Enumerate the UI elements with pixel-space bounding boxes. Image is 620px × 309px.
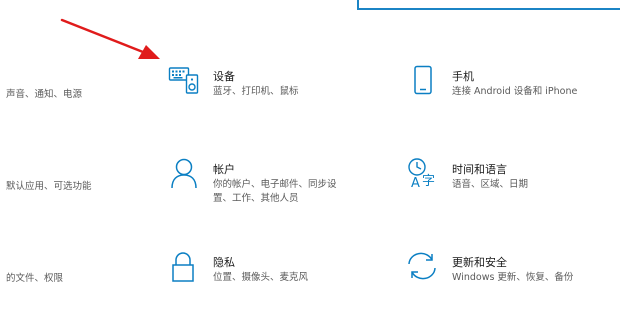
svg-text:字: 字 — [422, 174, 435, 189]
sync-arrows-icon — [405, 251, 439, 285]
lock-icon — [171, 251, 195, 287]
accounts-tile[interactable]: 帐户 你的帐户、电子邮件、同步设 置、工作、其他人员 — [165, 155, 355, 207]
update-security-title: 更新和安全 — [452, 256, 507, 269]
update-security-tile[interactable]: 更新和安全 Windows 更新、恢复、备份 — [405, 248, 615, 288]
keyboard-speaker-icon — [168, 65, 200, 99]
privacy-tile[interactable]: 隐私 位置、摄像头、麦克风 — [165, 248, 345, 288]
phone-tile[interactable]: 手机 连接 Android 设备和 iPhone — [405, 62, 615, 102]
accounts-desc-line2: 置、工作、其他人员 — [213, 193, 299, 204]
person-icon — [170, 157, 198, 193]
privacy-title: 隐私 — [213, 256, 235, 269]
devices-desc: 蓝牙、打印机、鼠标 — [213, 86, 299, 97]
time-language-tile[interactable]: A 字 时间和语言 语音、区域、日期 — [405, 155, 615, 195]
devices-title: 设备 — [213, 70, 235, 83]
time-language-desc: 语音、区域、日期 — [452, 179, 529, 190]
update-security-desc: Windows 更新、恢复、备份 — [452, 272, 574, 283]
svg-text:A: A — [411, 176, 420, 189]
phone-icon — [413, 65, 433, 99]
privacy-desc: 位置、摄像头、麦克风 — [213, 272, 309, 283]
accounts-title: 帐户 — [213, 163, 235, 176]
phone-desc: 连接 Android 设备和 iPhone — [452, 86, 578, 97]
accounts-desc-line1: 你的帐户、电子邮件、同步设 — [213, 179, 337, 190]
phone-title: 手机 — [452, 70, 474, 83]
devices-tile[interactable]: 设备 蓝牙、打印机、鼠标 — [165, 62, 345, 102]
time-language-icon: A 字 — [407, 157, 441, 193]
time-language-title: 时间和语言 — [452, 163, 507, 176]
